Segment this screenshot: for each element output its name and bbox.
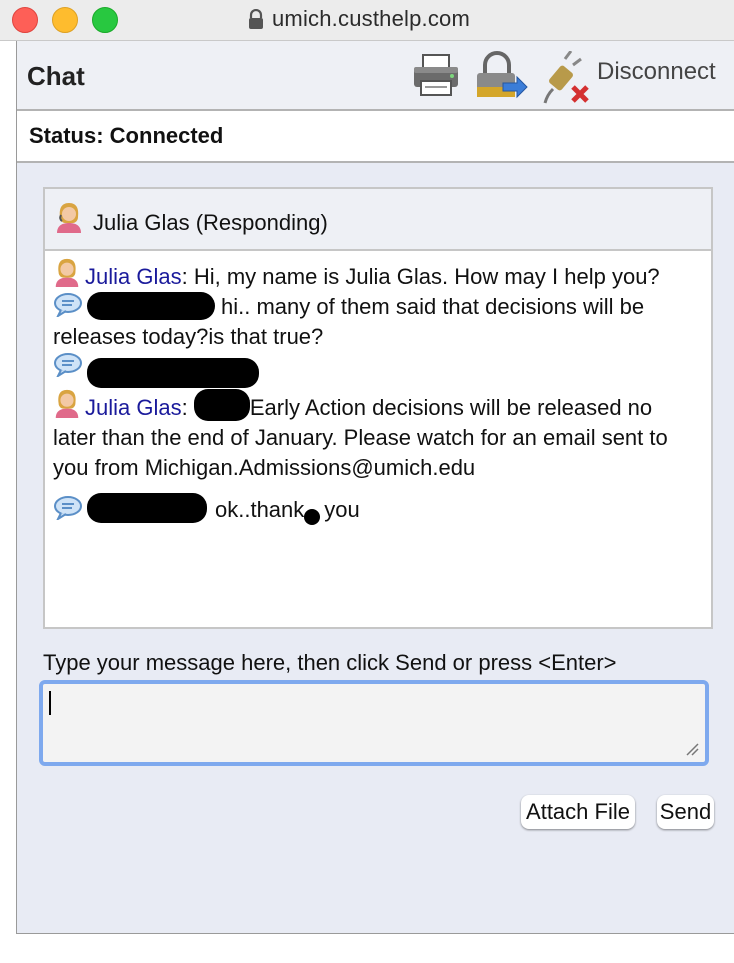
lock-icon xyxy=(249,9,263,29)
page-title: Chat xyxy=(27,61,85,91)
message-text: ok..thank xyxy=(215,497,305,522)
status-bar: Status: Connected xyxy=(17,111,734,163)
text-caret xyxy=(49,691,51,715)
close-window-button[interactable] xyxy=(12,7,38,33)
minimize-window-button[interactable] xyxy=(52,7,78,33)
chat-message xyxy=(53,352,701,388)
compose-prompt: Type your message here, then click Send … xyxy=(43,650,617,675)
print-button[interactable] xyxy=(411,51,463,101)
chat-message: ok..thank you xyxy=(53,493,701,525)
secure-chat-button[interactable] xyxy=(473,51,528,101)
unplug-icon xyxy=(543,50,589,104)
padlock-transfer-icon xyxy=(477,51,528,99)
zoom-window-button[interactable] xyxy=(92,7,118,33)
message-input[interactable] xyxy=(39,680,709,766)
agent-avatar-icon xyxy=(55,389,79,418)
redacted-name xyxy=(87,292,215,320)
agent-header: Julia Glas (Responding) xyxy=(45,189,711,251)
sender-name: Julia Glas xyxy=(85,395,182,420)
redacted-message xyxy=(87,358,259,388)
chat-message: Julia Glas: Early Action decisions will … xyxy=(53,388,701,483)
sender-name: Julia Glas xyxy=(85,264,182,289)
message-text: you xyxy=(324,497,360,522)
chat-log: Julia Glas: Hi, my name is Julia Glas. H… xyxy=(53,257,701,525)
chat-message: hi.. many of them said that decisions wi… xyxy=(53,292,701,352)
speech-bubble-icon xyxy=(54,496,82,520)
agent-avatar-icon xyxy=(55,258,79,287)
redacted-name xyxy=(87,493,207,523)
url-text: umich.custhelp.com xyxy=(272,6,471,31)
agent-heading: Julia Glas (Responding) xyxy=(93,210,328,235)
address-display[interactable]: umich.custhelp.com xyxy=(248,5,470,33)
disconnect-button[interactable] xyxy=(543,50,595,104)
browser-titlebar: umich.custhelp.com xyxy=(0,0,734,41)
conversation-panel: Julia Glas (Responding) Julia Glas: Hi, … xyxy=(43,187,713,629)
attach-file-button[interactable]: Attach File xyxy=(521,795,635,829)
chat-message: Julia Glas: Hi, my name is Julia Glas. H… xyxy=(53,257,701,292)
redaction-dot xyxy=(304,509,321,525)
agent-avatar-icon xyxy=(57,203,81,233)
speech-bubble-icon xyxy=(54,353,82,377)
message-text: Hi, my name is Julia Glas. How may I hel… xyxy=(193,264,660,289)
send-button[interactable]: Send xyxy=(657,795,714,829)
speech-bubble-icon xyxy=(54,293,82,317)
printer-icon xyxy=(414,54,458,96)
chat-window: Chat Disconnect Status: Connected Julia … xyxy=(16,41,734,934)
connection-status: Status: Connected xyxy=(29,123,224,148)
resize-grip-icon[interactable] xyxy=(685,742,699,756)
disconnect-label[interactable]: Disconnect xyxy=(597,58,716,86)
chat-header: Chat Disconnect xyxy=(17,41,734,111)
redacted-name xyxy=(193,389,250,421)
